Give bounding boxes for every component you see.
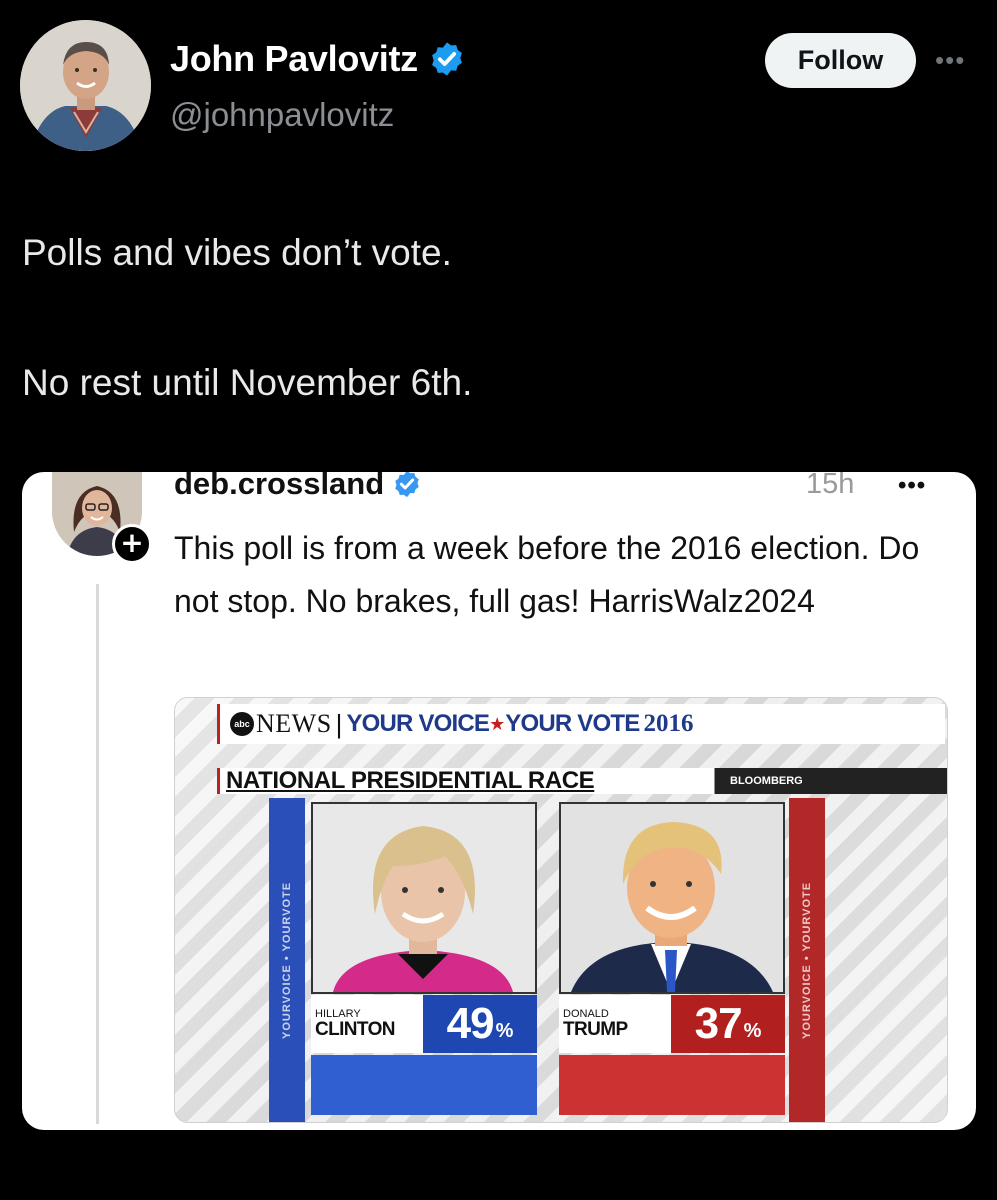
clinton-namebox: HILLARY CLINTON <box>311 995 423 1053</box>
side-banner-left: YOURVOICE • YOURVOTE <box>269 798 305 1122</box>
clinton-percent-box: 49 % <box>423 995 537 1053</box>
author-name-row[interactable]: John Pavlovitz <box>170 38 466 80</box>
trump-portrait <box>561 804 783 992</box>
trump-photo <box>559 802 785 994</box>
trump-result: DONALD TRUMP 37 % <box>559 995 785 1053</box>
follow-button[interactable]: Follow <box>765 33 916 88</box>
quoted-more-options-icon[interactable]: ••• <box>898 472 926 500</box>
poll-source: BLOOMBERG <box>730 775 803 787</box>
more-options-icon[interactable]: ••• <box>935 47 975 73</box>
poll-graphic-image[interactable]: abc NEWS | YOUR VOICE ★ YOUR VOTE 2016 N… <box>174 697 948 1123</box>
quoted-verified-badge-icon <box>395 472 419 498</box>
trump-last-name: TRUMP <box>563 1019 628 1040</box>
race-title: NATIONAL PRESIDENTIAL RACE <box>226 767 595 794</box>
election-year: 2016 <box>643 710 694 737</box>
thread-line <box>96 584 99 1124</box>
trump-percent: 37 <box>694 999 743 1048</box>
author-name[interactable]: John Pavlovitz <box>170 38 418 80</box>
clinton-last-name: CLINTON <box>315 1019 395 1040</box>
trump-namebox: DONALD TRUMP <box>559 995 671 1053</box>
quoted-post-time: 15h <box>806 472 855 500</box>
tagline-your-vote: YOUR VOTE <box>505 710 640 737</box>
news-brand: NEWS <box>256 709 332 738</box>
clinton-portrait <box>313 804 535 992</box>
tagline-your-voice: YOUR VOICE <box>346 710 490 737</box>
trump-bar <box>559 1055 785 1115</box>
trump-percent-box: 37 % <box>671 995 785 1053</box>
author-avatar[interactable] <box>20 20 151 151</box>
clinton-photo <box>311 802 537 994</box>
tweet-text-line-1: Polls and vibes don’t vote. <box>22 232 452 273</box>
quoted-post-text: This poll is from a week before the 2016… <box>174 530 920 619</box>
star-icon: ★ <box>489 713 506 734</box>
verified-badge-icon <box>431 42 462 76</box>
quoted-username-row[interactable]: deb.crossland <box>174 472 422 502</box>
clinton-result: HILLARY CLINTON 49 % <box>311 995 537 1053</box>
trump-percent-sign: % <box>743 1019 762 1042</box>
side-banner-right: YOURVOICE • YOURVOTE <box>789 798 825 1122</box>
plus-follow-icon[interactable]: + <box>112 524 152 564</box>
quoted-username[interactable]: deb.crossland <box>174 472 384 502</box>
embedded-screenshot-card[interactable]: + deb.crossland 15h ••• This poll is fro… <box>22 472 976 1130</box>
poll-graphic-header: abc NEWS | YOUR VOICE ★ YOUR VOTE 2016 <box>217 704 945 744</box>
clinton-bar <box>311 1055 537 1115</box>
race-title-bar: NATIONAL PRESIDENTIAL RACE BLOOMBERG <box>217 767 947 794</box>
author-avatar-image <box>20 20 151 151</box>
tweet-text-line-2: No rest until November 6th. <box>22 362 473 403</box>
clinton-percent-sign: % <box>495 1019 514 1042</box>
header-separator: | <box>335 708 343 739</box>
abc-logo-icon: abc <box>230 712 254 736</box>
author-handle[interactable]: @johnpavlovitz <box>170 96 394 134</box>
clinton-percent: 49 <box>446 999 495 1048</box>
